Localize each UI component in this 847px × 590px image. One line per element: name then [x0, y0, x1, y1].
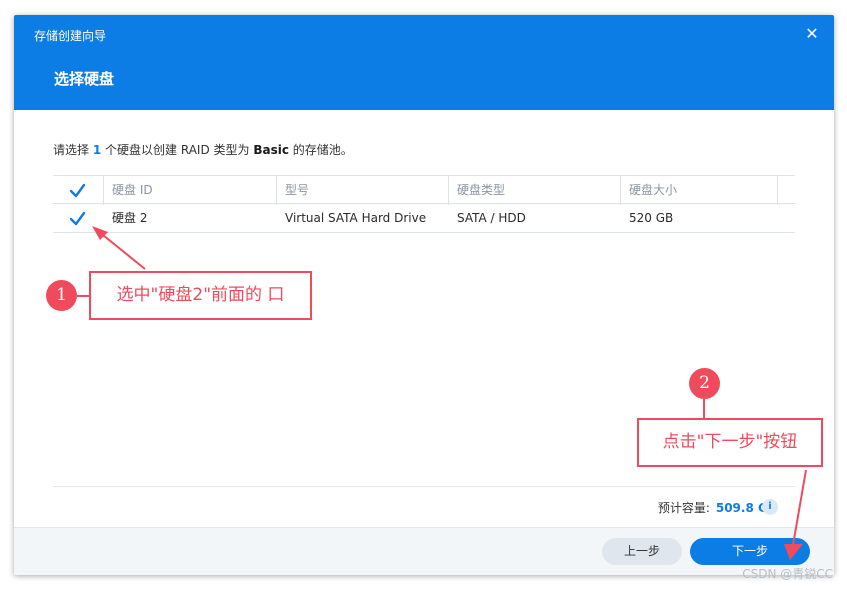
divider — [53, 486, 795, 487]
capacity-label: 预计容量: — [657, 501, 710, 515]
table-header: 硬盘 ID 型号 硬盘类型 硬盘大小 — [53, 175, 795, 205]
column-header-disk-type[interactable]: 硬盘类型 — [457, 176, 505, 205]
column-header-disk-size[interactable]: 硬盘大小 — [629, 176, 677, 205]
annotation-badge-2: 2 — [689, 368, 720, 399]
cell-model: Virtual SATA Hard Drive — [285, 211, 427, 225]
cell-disk-id: 硬盘 2 — [112, 211, 148, 225]
column-divider — [276, 176, 277, 205]
prev-button[interactable]: 上一步 — [602, 538, 682, 565]
table-row[interactable]: 硬盘 2 Virtual SATA Hard Drive SATA / HDD … — [53, 204, 795, 233]
annotation-callout-1: 选中"硬盘2"前面的 口 — [89, 271, 312, 320]
column-header-model[interactable]: 型号 — [285, 176, 309, 205]
column-divider — [103, 176, 104, 205]
instruction-middle: 个硬盘以创建 RAID 类型为 — [105, 143, 250, 157]
annotation-badge-1: 1 — [46, 280, 77, 311]
column-divider — [448, 176, 449, 205]
window-title: 存储创建向导 — [34, 29, 107, 43]
estimated-capacity: 预计容量: 509.8 GB — [658, 499, 777, 516]
cell-disk-size: 520 GB — [629, 211, 674, 225]
close-icon[interactable]: ✕ — [802, 24, 822, 44]
select-all-checkbox[interactable] — [69, 182, 86, 199]
instruction-count: 1 — [92, 143, 102, 157]
instruction-prefix: 请选择 — [53, 143, 90, 157]
watermark: CSDN @青锐CC — [742, 567, 833, 581]
row-checkbox[interactable] — [69, 210, 86, 227]
column-header-disk-id[interactable]: 硬盘 ID — [112, 176, 153, 205]
step-title: 选择硬盘 — [54, 70, 115, 88]
dialog-header: 存储创建向导 ✕ 选择硬盘 — [14, 15, 834, 110]
instruction-raid-type: Basic — [253, 143, 289, 157]
instruction-suffix: 的存储池。 — [292, 143, 353, 157]
info-icon[interactable]: i — [762, 499, 778, 515]
column-divider — [777, 176, 778, 205]
cell-disk-type: SATA / HDD — [457, 211, 526, 225]
disk-table: 硬盘 ID 型号 硬盘类型 硬盘大小 硬盘 2 Virtual SATA Har… — [53, 175, 795, 233]
dialog-footer: 上一步 下一步 — [14, 527, 834, 575]
next-button[interactable]: 下一步 — [690, 538, 810, 565]
column-divider — [620, 176, 621, 205]
instruction-text: 请选择 1 个硬盘以创建 RAID 类型为 Basic 的存储池。 — [53, 141, 353, 158]
annotation-callout-2: 点击"下一步"按钮 — [637, 418, 823, 467]
